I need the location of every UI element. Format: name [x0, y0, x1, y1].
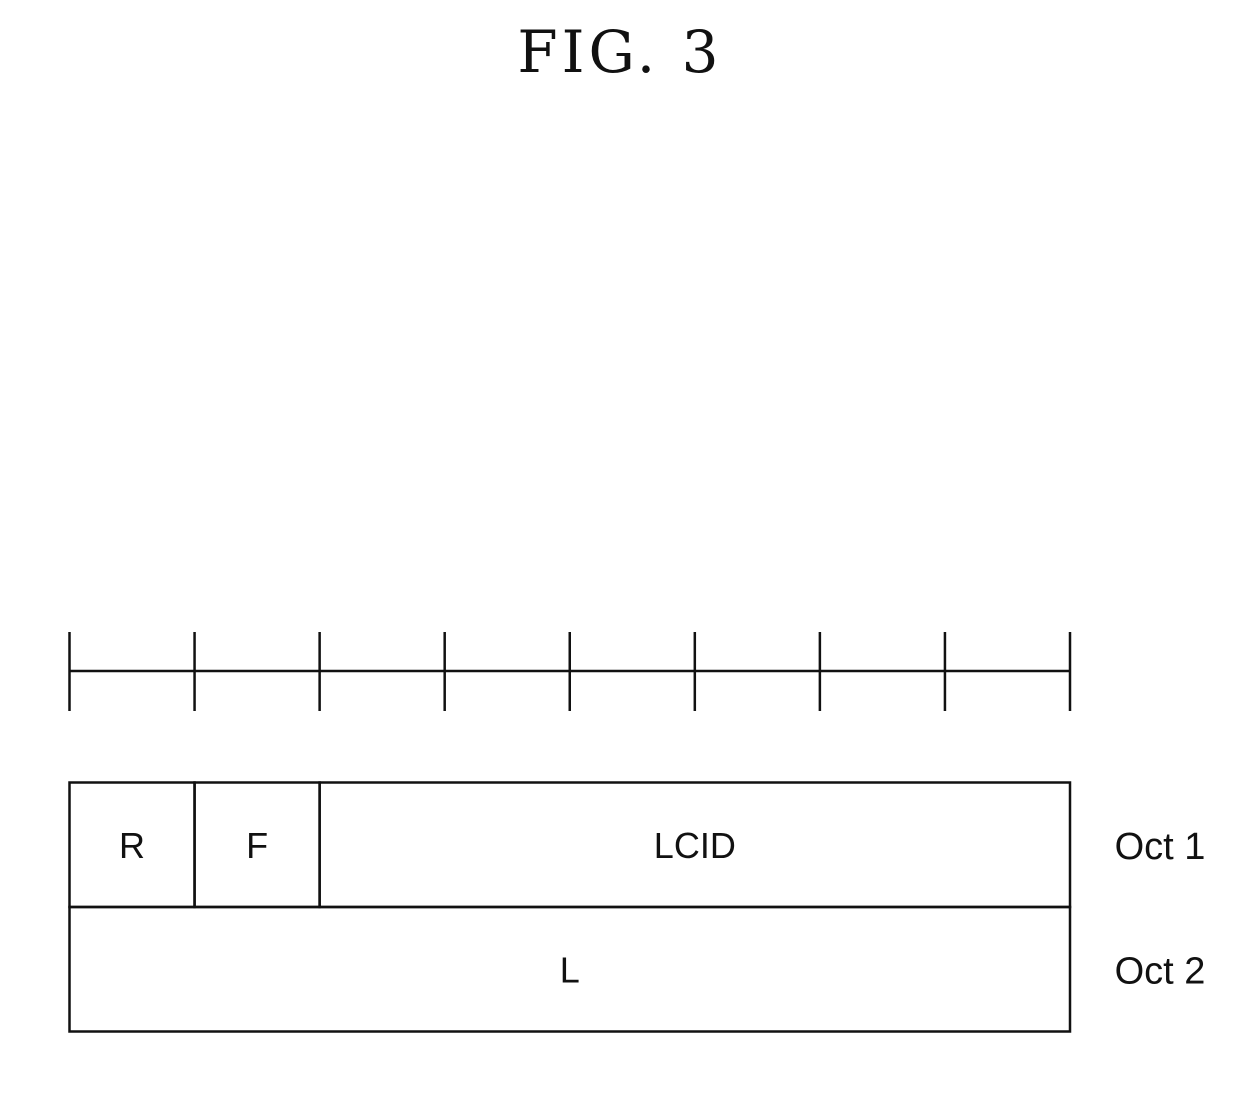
octet-label: Oct 2: [1115, 950, 1206, 992]
octet-row: R F LCID Oct 1: [68, 781, 1206, 909]
octet-label: Oct 1: [1115, 826, 1206, 868]
field-label: F: [246, 825, 268, 866]
mac-subheader-diagram: R F LCID Oct 1 L Oct 2: [68, 632, 1206, 1033]
octet-rows: R F LCID Oct 1 L Oct 2: [68, 781, 1206, 1033]
field-label: LCID: [654, 825, 736, 866]
bit-ruler: [68, 632, 1072, 711]
field-label: L: [560, 949, 580, 990]
octet-row: L Oct 2: [68, 905, 1206, 1033]
field-label: R: [119, 825, 145, 866]
